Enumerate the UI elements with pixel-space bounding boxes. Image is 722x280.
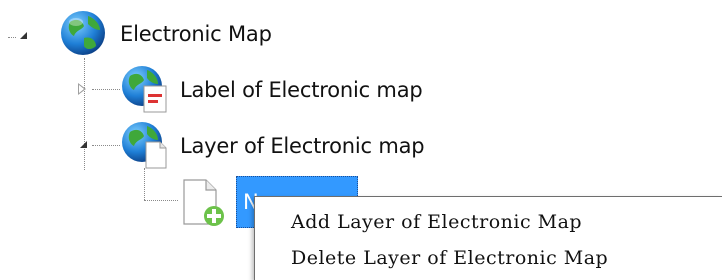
globe-icon [61,11,105,55]
menu-item-delete-layer[interactable]: Delete Layer of Electronic Map [291,247,608,269]
tree-line-layer-node [92,145,120,146]
tree-node-layer-of-electronic-map-label[interactable]: Layer of Electronic map [180,134,425,158]
expand-toggle-icon[interactable] [20,32,27,39]
globe-document-icon [122,66,167,113]
tree-node-label-of-electronic-map-label[interactable]: Label of Electronic map [180,78,423,102]
tree-line-layer [144,168,145,200]
tree-line-child [144,200,178,201]
menu-item-add-layer[interactable]: Add Layer of Electronic Map [291,211,582,233]
tree-line-label-node [92,89,120,90]
tree-line-root-lead [8,37,16,38]
tree-line-root [84,58,85,170]
expand-toggle-icon[interactable] [80,141,87,148]
collapse-toggle-icon[interactable] [78,83,86,95]
tree-node-root-label[interactable]: Electronic Map [120,22,272,46]
new-document-icon [183,179,224,226]
globe-document-icon [122,122,167,169]
context-menu: Add Layer of Electronic Map Delete Layer… [254,196,722,280]
